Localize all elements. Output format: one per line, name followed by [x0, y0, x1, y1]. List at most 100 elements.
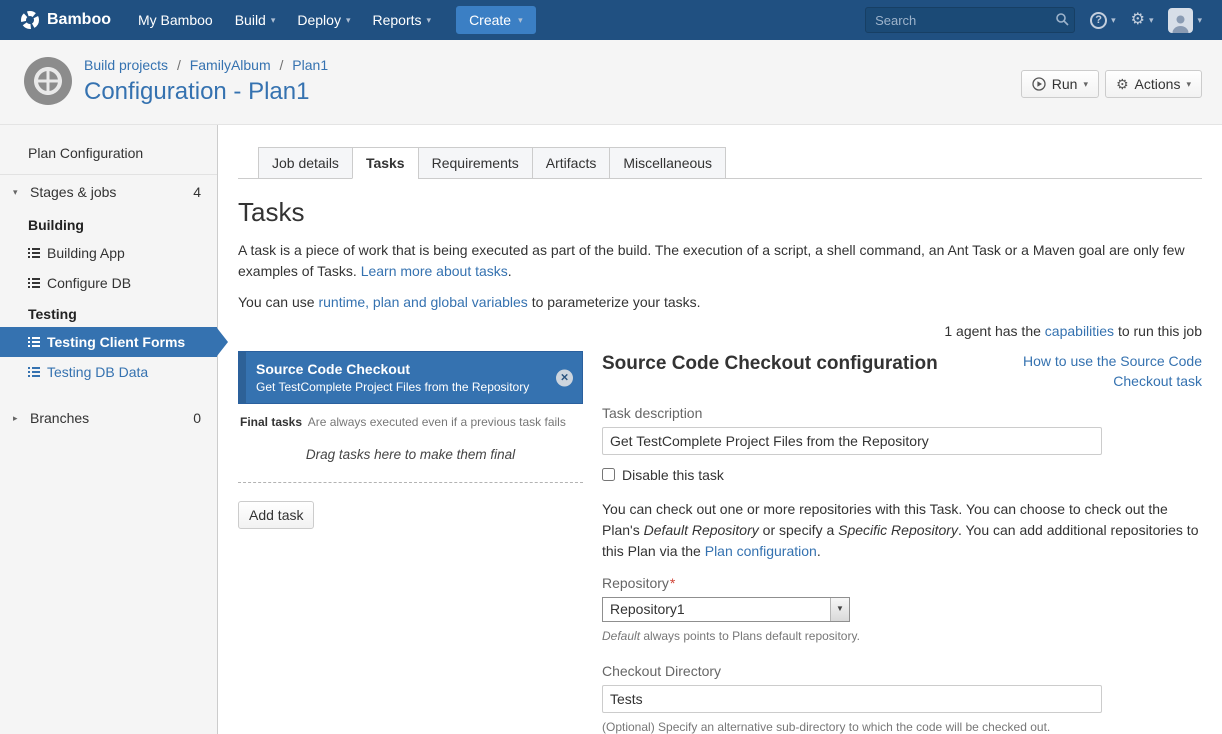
variables-link[interactable]: runtime, plan and global variables [318, 294, 527, 310]
repo-desc-default-repository: Default Repository [644, 522, 759, 538]
search-icon[interactable] [1055, 12, 1069, 26]
chevron-down-icon: ▾ [1149, 16, 1154, 25]
repository-hint-rest: always points to Plans default repositor… [640, 629, 860, 643]
gear-icon: ⚙ [1131, 12, 1145, 28]
disable-task-checkbox[interactable] [602, 468, 615, 481]
tasks-intro: A task is a piece of work that is being … [238, 240, 1202, 282]
final-tasks-header: Final tasks Are always executed even if … [238, 404, 583, 436]
nav-reports-label: Reports [373, 12, 422, 28]
tasks-intro-period: . [508, 263, 512, 279]
sidebar-item-branches[interactable]: ▸ Branches 0 [0, 401, 217, 435]
nav-reports[interactable]: Reports ▾ [362, 0, 443, 40]
tab-artifacts[interactable]: Artifacts [532, 147, 611, 179]
chevron-down-icon: ▾ [1083, 80, 1088, 89]
repo-desc-post: . [817, 543, 821, 559]
repository-select[interactable]: Repository1 ▼ [602, 597, 850, 622]
branches-label: Branches [30, 410, 89, 426]
plan-configuration-link[interactable]: Plan configuration [705, 543, 817, 559]
user-avatar-icon [1168, 8, 1193, 33]
bamboo-brand[interactable]: Bamboo [20, 10, 111, 30]
task-card-source-code-checkout[interactable]: Source Code Checkout Get TestComplete Pr… [238, 351, 583, 404]
repository-label: Repository* [602, 575, 1202, 591]
repository-select-value: Repository1 [603, 601, 830, 617]
page-title: Configuration - Plan1 [84, 78, 328, 106]
help-icon: ? [1090, 12, 1107, 29]
config-head: Source Code Checkout configuration How t… [602, 351, 1202, 392]
breadcrumb-separator: / [177, 57, 181, 73]
actions-button-label: Actions [1135, 76, 1181, 92]
breadcrumb: Build projects / FamilyAlbum / Plan1 [84, 57, 328, 73]
nav-my-bamboo[interactable]: My Bamboo [127, 0, 224, 40]
breadcrumb-plan1[interactable]: Plan1 [292, 57, 328, 73]
task-list-panel: Source Code Checkout Get TestComplete Pr… [238, 351, 583, 529]
stage-building: Building [0, 209, 217, 238]
nav-deploy-label: Deploy [297, 12, 341, 28]
top-navbar: Bamboo My Bamboo Build ▾ Deploy ▾ Report… [0, 0, 1222, 40]
run-icon [1032, 77, 1046, 91]
tab-job-details[interactable]: Job details [258, 147, 353, 179]
variables-note-post: to parameterize your tasks. [528, 294, 701, 310]
final-tasks-dropzone[interactable]: Drag tasks here to make them final [238, 436, 583, 483]
select-arrow-glyph: ▼ [836, 605, 844, 613]
job-label: Building App [47, 245, 125, 261]
run-button[interactable]: Run ▾ [1021, 70, 1099, 98]
help-menu[interactable]: ? ▾ [1090, 12, 1116, 29]
help-doc-link[interactable]: How to use the Source Code Checkout task [992, 351, 1202, 392]
repo-desc-mid1: or specify a [759, 522, 838, 538]
chevron-down-icon: ▾ [1197, 16, 1202, 25]
user-menu[interactable]: ▾ [1168, 8, 1202, 33]
stages-count: 4 [193, 184, 201, 200]
admin-menu[interactable]: ⚙ ▾ [1131, 12, 1154, 28]
required-indicator: * [670, 575, 675, 591]
tab-tasks[interactable]: Tasks [352, 147, 419, 179]
search-input[interactable] [865, 7, 1075, 33]
nav-build[interactable]: Build ▾ [224, 0, 287, 40]
create-button[interactable]: Create ▾ [456, 6, 536, 34]
run-button-label: Run [1052, 76, 1078, 92]
sidebar-title: Plan Configuration [0, 137, 217, 175]
breadcrumb-build-projects[interactable]: Build projects [84, 57, 168, 73]
branches-count: 0 [193, 410, 201, 426]
capabilities-link[interactable]: capabilities [1045, 323, 1114, 339]
chevron-right-icon: ▸ [13, 414, 22, 423]
variables-note: You can use runtime, plan and global var… [238, 292, 1202, 313]
sidebar-item-testing-client-forms[interactable]: Testing Client Forms [0, 327, 217, 357]
create-button-label: Create [469, 12, 511, 28]
disable-task-row[interactable]: Disable this task [602, 467, 1202, 483]
learn-more-link[interactable]: Learn more about tasks [361, 263, 508, 279]
job-label: Testing DB Data [47, 364, 148, 380]
nav-deploy[interactable]: Deploy ▾ [286, 0, 361, 40]
repository-hint: Default always points to Plans default r… [602, 629, 1202, 643]
remove-task-button[interactable]: × [556, 369, 573, 386]
checkout-directory-hint: (Optional) Specify an alternative sub-di… [602, 720, 1202, 734]
add-task-label: Add task [249, 507, 303, 523]
brand-label: Bamboo [47, 11, 111, 29]
sidebar-item-testing-db-data[interactable]: Testing DB Data [0, 357, 217, 387]
final-tasks-desc: Are always executed even if a previous t… [308, 415, 566, 429]
sidebar-item-building-app[interactable]: Building App [0, 238, 217, 268]
tab-requirements[interactable]: Requirements [418, 147, 533, 179]
agent-note-post: to run this job [1114, 323, 1202, 339]
checkout-directory-input[interactable] [602, 685, 1102, 713]
chevron-down-icon: ▾ [13, 188, 22, 197]
tasks-heading: Tasks [238, 197, 1202, 228]
stage-testing: Testing [0, 298, 217, 327]
job-label: Testing Client Forms [47, 334, 185, 350]
add-task-button[interactable]: Add task [238, 501, 314, 529]
header-actions: Run ▾ ⚙ Actions ▾ [1021, 70, 1202, 98]
breadcrumb-separator: / [280, 57, 284, 73]
chevron-down-icon: ▾ [271, 16, 276, 25]
repo-desc-specific-repository: Specific Repository [838, 522, 958, 538]
bamboo-logo-icon [20, 10, 40, 30]
task-description-input[interactable] [602, 427, 1102, 455]
sidebar-item-configure-db[interactable]: Configure DB [0, 268, 217, 298]
repository-hint-default: Default [602, 629, 640, 643]
job-list-icon [28, 366, 40, 378]
final-tasks-label: Final tasks [240, 415, 302, 429]
actions-button[interactable]: ⚙ Actions ▾ [1105, 70, 1202, 98]
breadcrumb-familyalbum[interactable]: FamilyAlbum [190, 57, 271, 73]
disable-task-label: Disable this task [622, 467, 724, 483]
sidebar-item-stages-jobs[interactable]: ▾ Stages & jobs 4 [0, 175, 217, 209]
chevron-down-icon: ▾ [1186, 80, 1191, 89]
tab-miscellaneous[interactable]: Miscellaneous [609, 147, 726, 179]
